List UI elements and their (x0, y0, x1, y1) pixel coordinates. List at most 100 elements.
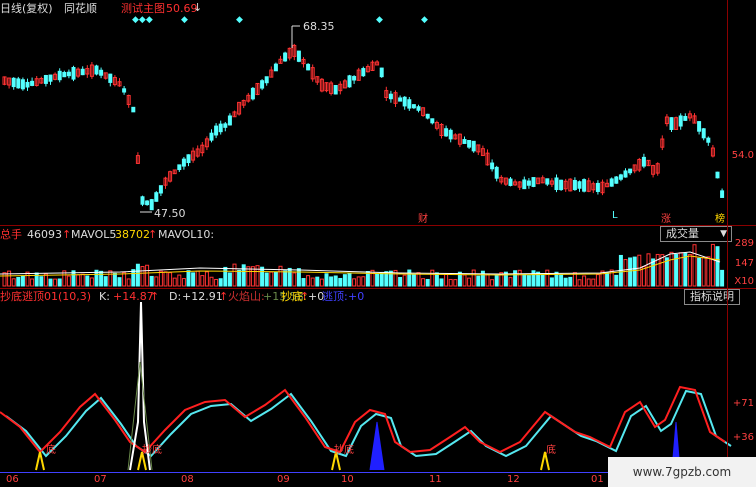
candle-body (407, 99, 412, 109)
candlestick-chart[interactable] (0, 0, 756, 226)
volume-bar (103, 276, 108, 287)
mavol5-line (0, 251, 721, 275)
indicator-axis-value: +71 (732, 398, 754, 409)
volume-bar (545, 269, 550, 287)
volume-bar (324, 273, 329, 287)
volume-bar (687, 253, 692, 287)
candle-body (628, 168, 633, 174)
low-price-marker: 47.50 (154, 207, 186, 220)
x-axis-label: 11 (429, 474, 442, 485)
candle-body (11, 77, 16, 88)
period-label[interactable]: 日线(复权) (0, 2, 53, 15)
x-axis-label: 01 (591, 474, 604, 485)
candle-body (209, 132, 214, 141)
candle-body (57, 70, 62, 81)
signal-diamond-icon: ◆ (376, 15, 383, 25)
volume-bar (135, 263, 140, 287)
volume-bar (720, 269, 725, 287)
volume-indicator-divider (0, 288, 756, 289)
volume-bar (338, 277, 343, 287)
mavol10-line (0, 255, 721, 277)
candle-body (545, 178, 550, 185)
candle-body (30, 80, 35, 86)
volume-bar (80, 273, 85, 287)
candle-body (641, 156, 646, 167)
candle-body (296, 50, 301, 62)
volume-bar (163, 271, 168, 287)
volume-bar (563, 277, 568, 287)
candle-body (444, 128, 449, 137)
volume-bar (490, 279, 495, 287)
event-marker-l[interactable]: L (612, 210, 618, 221)
volume-bar (99, 270, 104, 287)
volume-bar (168, 272, 173, 287)
volume-bar (706, 256, 711, 287)
high-price-marker: 68.35 (303, 20, 335, 33)
volume-bar (306, 275, 311, 287)
volume-bar (232, 263, 237, 287)
event-marker-list[interactable]: 榜 (715, 210, 725, 225)
d-line (5, 389, 732, 458)
volume-bar (375, 273, 380, 287)
volume-bar (241, 264, 246, 287)
candle-body (522, 179, 527, 190)
app-name: 同花顺 (64, 2, 97, 15)
volume-bar (577, 279, 582, 287)
volume-bar (85, 275, 90, 287)
candle-body (462, 139, 467, 144)
candle-body (108, 73, 113, 83)
candle-body (250, 87, 255, 100)
volume-chart[interactable] (0, 240, 756, 288)
volume-bar (39, 276, 44, 287)
volume-bar (145, 264, 150, 287)
volume-bar (181, 278, 186, 287)
volume-bar (296, 268, 301, 287)
k-line (0, 385, 726, 454)
volume-bar (407, 269, 412, 287)
bottom-signal-label: 底 (546, 445, 556, 456)
candle-body (430, 118, 435, 124)
volume-bar (20, 275, 25, 287)
volume-bar (310, 277, 315, 287)
volume-dropdown-label: 成交量 (666, 227, 699, 240)
candle-body (448, 129, 453, 140)
volume-bar (89, 277, 94, 287)
candle-body (145, 200, 150, 206)
candle-body (306, 63, 311, 71)
volume-bar (715, 246, 720, 287)
candle-body (347, 75, 352, 88)
candle-body (283, 52, 288, 62)
candle-body (577, 181, 582, 189)
candle-body (154, 192, 159, 202)
signal-diamond-icon: ◆◆◆ (132, 15, 153, 25)
candle-body (16, 78, 21, 89)
candle-body (715, 171, 720, 179)
volume-bar (462, 274, 467, 287)
bottom-signal-label: 抄底 (142, 445, 162, 456)
volume-bar (30, 278, 35, 287)
kd-indicator-chart[interactable] (0, 302, 756, 472)
signal-diamond-icon: ◆ (421, 15, 428, 25)
volume-bar (204, 271, 209, 287)
candle-body (333, 84, 338, 95)
x-axis-label: 08 (181, 474, 194, 485)
volume-bar (140, 266, 145, 287)
candle-body (140, 196, 145, 205)
event-marker-finance[interactable]: 财 (418, 210, 428, 225)
volume-bar (264, 272, 269, 287)
x-axis-label: 06 (6, 474, 19, 485)
volume-bar (701, 257, 706, 287)
volume-bar (191, 272, 196, 287)
signal-diamond-icon: ◆ (181, 15, 188, 25)
volume-bar (425, 278, 430, 287)
right-axis-divider (727, 0, 728, 487)
event-marker-rise[interactable]: 涨 (661, 210, 671, 225)
volume-bar (430, 269, 435, 287)
volume-bar (568, 276, 573, 287)
watermark: www.7gpzb.com (608, 457, 756, 487)
x-axis-label: 10 (341, 474, 354, 485)
volume-bar (628, 257, 633, 287)
candle-body (99, 69, 104, 76)
candle-body (697, 121, 702, 132)
candle-body (177, 164, 182, 171)
